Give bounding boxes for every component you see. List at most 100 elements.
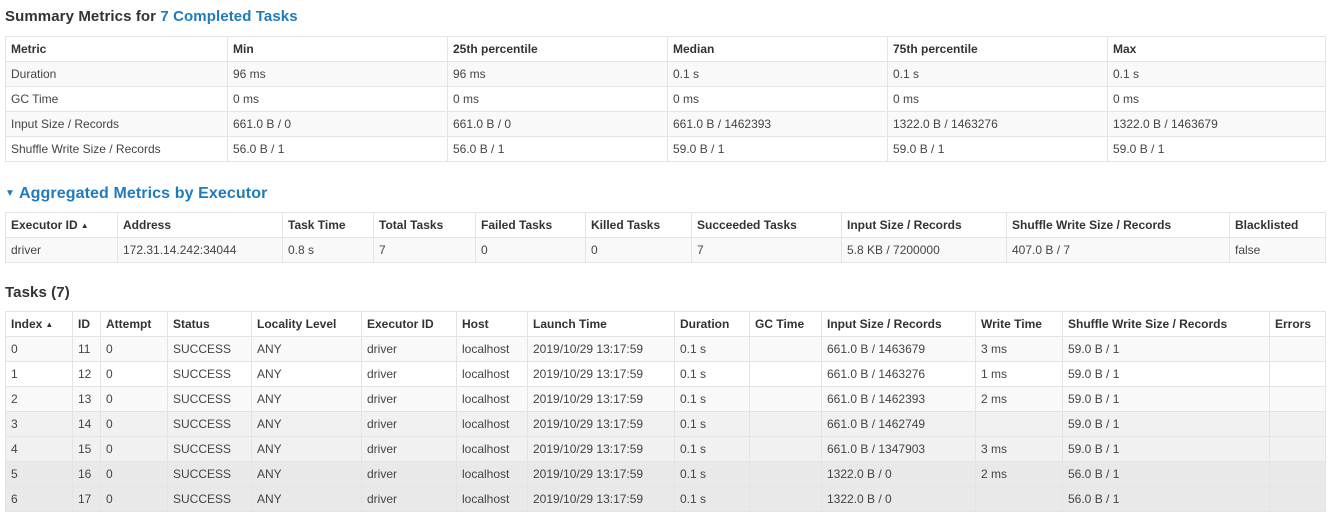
- tasks-cell: localhost: [456, 486, 528, 512]
- aggregated-col-failed-tasks[interactable]: Failed Tasks: [475, 212, 586, 238]
- tasks-cell: 3 ms: [975, 336, 1063, 362]
- tasks-col-label: GC Time: [755, 317, 805, 331]
- spark-stage-page: Summary Metrics for 7 Completed Tasks Me…: [0, 0, 1332, 524]
- tasks-col-id[interactable]: ID: [72, 311, 101, 337]
- tasks-col-write-time[interactable]: Write Time: [975, 311, 1063, 337]
- tasks-cell: ANY: [251, 336, 362, 362]
- aggregated-col-address[interactable]: Address: [117, 212, 283, 238]
- summary-title-prefix: Summary Metrics for: [5, 8, 161, 25]
- completed-tasks-link[interactable]: 7 Completed Tasks: [160, 8, 297, 25]
- aggregated-col-shuffle-write-size-records[interactable]: Shuffle Write Size / Records: [1006, 212, 1230, 238]
- summary-cell: 1322.0 B / 1463679: [1107, 111, 1326, 137]
- tasks-cell: driver: [361, 361, 457, 387]
- tasks-col-index[interactable]: Index ▲: [5, 311, 73, 337]
- summary-col-metric[interactable]: Metric: [5, 36, 228, 62]
- tasks-col-gc-time[interactable]: GC Time: [749, 311, 822, 337]
- tasks-cell: [749, 361, 822, 387]
- tasks-col-label: Duration: [680, 317, 730, 331]
- tasks-cell: 2019/10/29 13:17:59: [527, 386, 675, 412]
- tasks-col-locality-level[interactable]: Locality Level: [251, 311, 362, 337]
- aggregated-col-input-size-records[interactable]: Input Size / Records: [841, 212, 1007, 238]
- tasks-row: 5 16 0 SUCCESS ANY driver localhost 2019/10/29 …: [5, 461, 1326, 487]
- aggregated-metrics-table: Executor ID ▲ Address Task Time Total Tasks F…: [5, 212, 1326, 263]
- aggregated-cell: driver: [5, 237, 118, 263]
- summary-cell: 0 ms: [1107, 86, 1326, 112]
- aggregated-metrics-toggle[interactable]: ▼ Aggregated Metrics by Executor: [5, 185, 267, 203]
- tasks-cell: 2019/10/29 13:17:59: [527, 361, 675, 387]
- tasks-cell: 0: [100, 361, 168, 387]
- tasks-col-executor-id[interactable]: Executor ID: [361, 311, 457, 337]
- summary-cell: 56.0 B / 1: [227, 136, 448, 162]
- tasks-col-label: Attempt: [106, 317, 152, 331]
- tasks-col-label: Shuffle Write Size / Records: [1068, 317, 1228, 331]
- summary-col-min[interactable]: Min: [227, 36, 448, 62]
- tasks-cell: 3 ms: [975, 436, 1063, 462]
- tasks-cell: 2019/10/29 13:17:59: [527, 461, 675, 487]
- summary-cell: 96 ms: [227, 61, 448, 87]
- tasks-cell: ANY: [251, 386, 362, 412]
- tasks-col-shuffle-write-size-records[interactable]: Shuffle Write Size / Records: [1062, 311, 1270, 337]
- tasks-cell: SUCCESS: [167, 386, 252, 412]
- tasks-cell: driver: [361, 486, 457, 512]
- tasks-cell: [1269, 436, 1326, 462]
- tasks-cell: 0: [5, 336, 73, 362]
- aggregated-col-label: Failed Tasks: [481, 218, 553, 232]
- summary-col-25th-percentile[interactable]: 25th percentile: [447, 36, 668, 62]
- tasks-col-host[interactable]: Host: [456, 311, 528, 337]
- summary-col-label: Max: [1113, 42, 1137, 56]
- summary-cell: 661.0 B / 0: [227, 111, 448, 137]
- tasks-cell: [749, 486, 822, 512]
- tasks-col-label: Input Size / Records: [827, 317, 942, 331]
- tasks-col-launch-time[interactable]: Launch Time: [527, 311, 675, 337]
- tasks-cell: 0.1 s: [674, 461, 750, 487]
- tasks-cell: [749, 436, 822, 462]
- tasks-cell: 59.0 B / 1: [1062, 386, 1270, 412]
- tasks-cell: 1: [5, 361, 73, 387]
- summary-col-75th-percentile[interactable]: 75th percentile: [887, 36, 1108, 62]
- tasks-cell: driver: [361, 436, 457, 462]
- tasks-row: 3 14 0 SUCCESS ANY driver localhost 2019/10/29 …: [5, 411, 1326, 437]
- summary-table-body: Duration 96 ms 96 ms 0.1 s 0.1 s 0.1 s GC Time…: [5, 61, 1326, 162]
- summary-col-median[interactable]: Median: [667, 36, 888, 62]
- tasks-cell: ANY: [251, 361, 362, 387]
- summary-cell: 0 ms: [227, 86, 448, 112]
- summary-cell: Shuffle Write Size / Records: [5, 136, 228, 162]
- tasks-cell: localhost: [456, 361, 528, 387]
- tasks-col-input-size-records[interactable]: Input Size / Records: [821, 311, 976, 337]
- tasks-cell: 0: [100, 436, 168, 462]
- tasks-col-errors[interactable]: Errors: [1269, 311, 1326, 337]
- aggregated-col-executor-id[interactable]: Executor ID ▲: [5, 212, 118, 238]
- aggregated-col-total-tasks[interactable]: Total Tasks: [373, 212, 476, 238]
- tasks-col-status[interactable]: Status: [167, 311, 252, 337]
- tasks-row: 4 15 0 SUCCESS ANY driver localhost 2019/10/29 …: [5, 436, 1326, 462]
- tasks-cell: 56.0 B / 1: [1062, 486, 1270, 512]
- aggregated-col-succeeded-tasks[interactable]: Succeeded Tasks: [691, 212, 842, 238]
- summary-cell: 59.0 B / 1: [887, 136, 1108, 162]
- aggregated-col-killed-tasks[interactable]: Killed Tasks: [585, 212, 692, 238]
- tasks-cell: 2019/10/29 13:17:59: [527, 436, 675, 462]
- tasks-cell: 661.0 B / 1347903: [821, 436, 976, 462]
- aggregated-col-label: Total Tasks: [379, 218, 444, 232]
- tasks-cell: driver: [361, 461, 457, 487]
- tasks-col-label: ID: [78, 317, 90, 331]
- aggregated-header-row: Executor ID ▲ Address Task Time Total Tasks F…: [5, 212, 1326, 238]
- summary-cell: 59.0 B / 1: [1107, 136, 1326, 162]
- summary-cell: 661.0 B / 0: [447, 111, 668, 137]
- tasks-col-attempt[interactable]: Attempt: [100, 311, 168, 337]
- summary-cell: Duration: [5, 61, 228, 87]
- tasks-cell: SUCCESS: [167, 336, 252, 362]
- tasks-cell: driver: [361, 411, 457, 437]
- tasks-cell: 0.1 s: [674, 361, 750, 387]
- tasks-cell: SUCCESS: [167, 411, 252, 437]
- aggregated-col-task-time[interactable]: Task Time: [282, 212, 374, 238]
- aggregated-col-blacklisted[interactable]: Blacklisted: [1229, 212, 1326, 238]
- summary-col-max[interactable]: Max: [1107, 36, 1326, 62]
- tasks-col-duration[interactable]: Duration: [674, 311, 750, 337]
- tasks-cell: 1 ms: [975, 361, 1063, 387]
- tasks-cell: [1269, 336, 1326, 362]
- tasks-col-label: Write Time: [981, 317, 1042, 331]
- aggregated-col-label: Blacklisted: [1235, 218, 1299, 232]
- tasks-cell: [975, 486, 1063, 512]
- aggregated-col-label: Executor ID: [11, 218, 78, 232]
- tasks-cell: ANY: [251, 411, 362, 437]
